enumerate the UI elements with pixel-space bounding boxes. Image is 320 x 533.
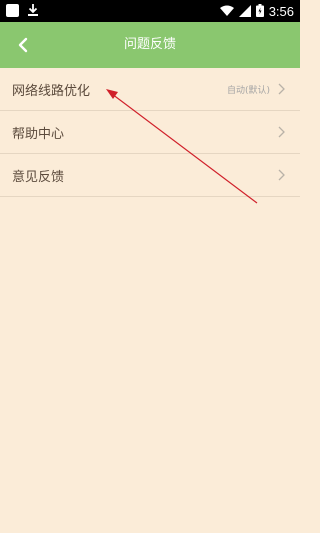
page-title: 问题反馈 bbox=[123, 37, 176, 52]
status-left bbox=[6, 3, 39, 17]
list-item-label: 意见反馈 bbox=[12, 169, 65, 185]
list-item-network-optimization[interactable]: 网络线路优化 自动(默认) bbox=[0, 68, 300, 111]
list-item-help-center[interactable]: 帮助中心 bbox=[0, 111, 300, 154]
settings-list: 网络线路优化 自动(默认) 帮助中心 意见反馈 bbox=[0, 68, 300, 197]
chevron-right-icon bbox=[278, 169, 285, 181]
notification-icon bbox=[6, 3, 19, 17]
chevron-right-icon bbox=[278, 83, 285, 95]
chevron-right-icon bbox=[278, 126, 285, 138]
status-time: 3:56 bbox=[268, 3, 294, 19]
app-bar: 问题反馈 bbox=[0, 22, 300, 68]
list-item-label: 帮助中心 bbox=[12, 126, 65, 142]
status-bar: 3:56 bbox=[0, 0, 300, 22]
list-item-value: 自动(默认) bbox=[226, 85, 270, 96]
battery-icon bbox=[255, 2, 264, 21]
list-item-label: 网络线路优化 bbox=[12, 83, 91, 99]
list-item-feedback[interactable]: 意见反馈 bbox=[0, 154, 300, 197]
signal-icon bbox=[238, 2, 251, 21]
status-right: 3:56 bbox=[219, 2, 294, 21]
download-icon bbox=[27, 3, 39, 17]
wifi-icon bbox=[219, 2, 234, 21]
